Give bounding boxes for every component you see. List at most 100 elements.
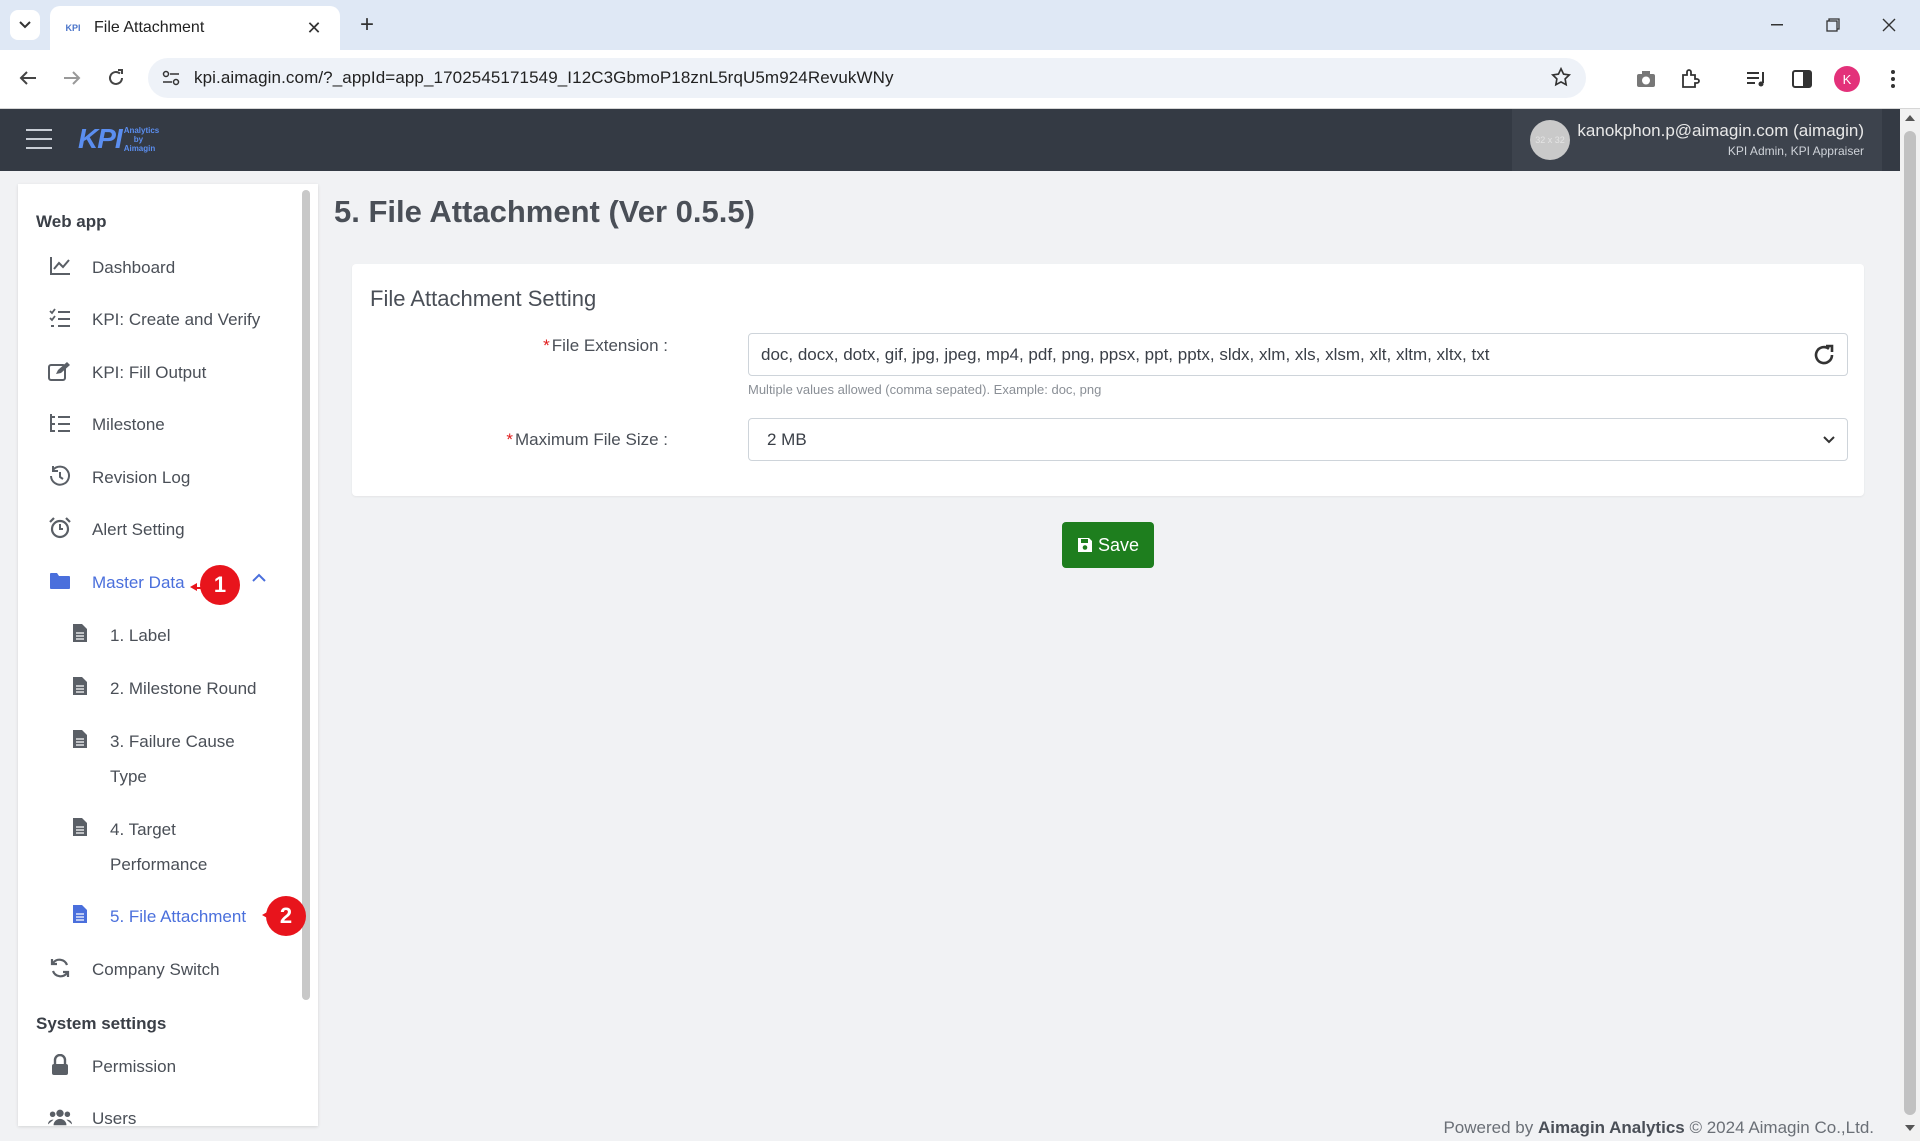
scrollbar-thumb[interactable]	[1904, 131, 1916, 1115]
sidebar-item-users[interactable]: Users	[18, 1101, 288, 1126]
sidebar-item-milestone[interactable]: Milestone	[18, 407, 288, 449]
label-text: File Extension :	[551, 336, 668, 355]
side-panel-icon[interactable]	[1787, 64, 1817, 94]
card-title: File Attachment Setting	[370, 286, 597, 311]
sidebar-item-permission[interactable]: Permission	[18, 1049, 288, 1091]
minimize-icon[interactable]	[1762, 10, 1792, 40]
user-menu[interactable]: 32 x 32 kanokphon.p@aimagin.com (aimagin…	[1512, 109, 1882, 171]
camera-icon[interactable]	[1631, 64, 1661, 94]
sidebar-item-kpi-fill[interactable]: KPI: Fill Output	[18, 355, 288, 397]
logo-text: KPI	[78, 123, 123, 154]
more-menu-icon[interactable]	[1878, 64, 1908, 94]
file-extension-input[interactable]: doc, docx, dotx, gif, jpg, jpeg, mp4, pd…	[748, 333, 1848, 376]
scroll-down-icon[interactable]	[1905, 1125, 1915, 1131]
sidebar-subitem-failure-cause[interactable]: 3. Failure Cause Type	[18, 724, 288, 808]
logo-subtext: Analytics by Aimagin	[124, 126, 160, 153]
sidebar-item-alert-setting[interactable]: Alert Setting	[18, 512, 288, 554]
tab-title: File Attachment	[94, 19, 205, 36]
file-attachment-setting-card: File Attachment Setting * File Extension …	[352, 264, 1864, 496]
url-text: kpi.aimagin.com/?_appId=app_170254517154…	[194, 68, 894, 87]
footer-brand[interactable]: Aimagin Analytics	[1538, 1118, 1685, 1137]
sidebar-subitem-file-attachment[interactable]: 5. File Attachment	[18, 899, 288, 941]
sidebar-item-label: Dashboard	[92, 258, 176, 277]
sidebar-item-label: Revision Log	[92, 468, 191, 487]
sidebar-subitem-milestone-round[interactable]: 2. Milestone Round	[18, 671, 288, 713]
annotation-marker-2: 2	[266, 896, 306, 936]
file-extension-label: * File Extension :	[543, 336, 668, 356]
address-bar[interactable]: kpi.aimagin.com/?_appId=app_170254517154…	[148, 58, 1586, 98]
browser-tabstrip: KPI File Attachment ✕ +	[0, 0, 1920, 50]
user-role: KPI Admin, KPI Appraiser	[1727, 144, 1864, 158]
save-button[interactable]: Save	[1062, 522, 1154, 568]
bookmark-star-icon[interactable]	[1550, 66, 1572, 88]
site-settings-icon[interactable]	[162, 70, 180, 86]
sidebar-item-company-switch[interactable]: Company Switch	[18, 952, 288, 994]
sidebar-item-revision-log[interactable]: Revision Log	[18, 460, 288, 502]
section-web-app: Web app	[36, 212, 107, 231]
profile-avatar[interactable]: K	[1834, 66, 1860, 92]
users-icon	[48, 1105, 72, 1126]
file-extension-value: doc, docx, dotx, gif, jpg, jpeg, mp4, pd…	[761, 344, 1490, 364]
user-name: kanokphon.p@aimagin.com (aimagin)	[1577, 121, 1864, 140]
sidebar-item-label: Users	[92, 1109, 137, 1126]
logo-sub-line: Analytics	[123, 125, 160, 135]
reset-icon[interactable]	[1813, 344, 1835, 366]
save-floppy-icon	[1077, 538, 1092, 552]
logo-sub-line: Aimagin	[123, 143, 156, 153]
close-window-icon[interactable]	[1874, 10, 1904, 40]
kpi-logo[interactable]: KPI Analytics by Aimagin	[78, 123, 159, 155]
sidebar-subitem-text: 1. Label	[110, 626, 171, 645]
new-tab-icon[interactable]: +	[352, 10, 382, 40]
scroll-up-icon[interactable]	[1905, 115, 1915, 121]
kpi-favicon-icon: KPI	[65, 23, 81, 33]
sidebar-item-label: Alert Setting	[92, 520, 185, 539]
menu-toggle-icon[interactable]	[26, 129, 52, 151]
sidebar-item-label: Company Switch	[92, 960, 220, 979]
sidebar-item-dashboard[interactable]: Dashboard	[18, 250, 288, 292]
sidebar-subitem-label[interactable]: 1. Label	[18, 618, 288, 660]
required-mark: *	[506, 430, 513, 449]
edit-icon	[48, 359, 72, 383]
sidebar-subitem-target-performance[interactable]: 4. Target Performance	[18, 812, 288, 896]
extensions-icon[interactable]	[1676, 64, 1706, 94]
reload-icon[interactable]	[100, 62, 132, 94]
browser-toolbar: kpi.aimagin.com/?_appId=app_170254517154…	[0, 50, 1920, 109]
folder-icon	[48, 569, 72, 593]
sidebar-item-label: Permission	[92, 1057, 177, 1076]
logo-sub-line: by	[133, 134, 144, 144]
sidebar-item-master-data[interactable]: Master Data	[18, 565, 288, 607]
back-icon[interactable]	[12, 62, 44, 94]
media-control-icon[interactable]	[1742, 64, 1772, 94]
sidebar-item-label: Master Data	[92, 573, 185, 592]
sidebar-subitem-text: 4. Target Performance	[110, 820, 208, 874]
sidebar-item-label: KPI: Create and Verify	[92, 310, 261, 329]
sidebar: Web app Dashboard KPI: Create and Verify…	[18, 184, 318, 1126]
page-scrollbar[interactable]	[1900, 109, 1920, 1141]
marker-pointer-tip	[190, 583, 197, 591]
footer-copyright: © 2024 Aimagin Co.,Ltd.	[1689, 1118, 1874, 1137]
tab-search-icon[interactable]	[10, 10, 40, 40]
sidebar-item-kpi-create[interactable]: KPI: Create and Verify	[18, 302, 288, 344]
history-icon	[48, 464, 72, 488]
footer-prefix: Powered by	[1443, 1118, 1534, 1137]
file-icon	[70, 816, 90, 838]
sidebar-item-label: Milestone	[92, 415, 165, 434]
browser-tab[interactable]: KPI File Attachment ✕	[50, 6, 340, 50]
alarm-clock-icon	[48, 516, 72, 540]
max-file-size-select[interactable]: 2 MB	[748, 418, 1848, 461]
restore-icon[interactable]	[1818, 10, 1848, 40]
file-extension-help: Multiple values allowed (comma sepated).…	[748, 382, 1102, 397]
save-label: Save	[1097, 534, 1140, 555]
user-avatar: 32 x 32	[1530, 120, 1570, 160]
lock-icon	[48, 1053, 72, 1077]
forward-icon[interactable]	[56, 62, 88, 94]
annotation-marker-1: 1	[200, 565, 240, 605]
sidebar-subitem-text: 3. Failure Cause Type	[110, 732, 235, 786]
chart-line-icon	[48, 254, 72, 278]
task-list-icon	[48, 411, 72, 435]
chevron-up-icon[interactable]	[252, 573, 266, 582]
footer: Powered by Aimagin Analytics © 2024 Aima…	[1443, 1118, 1874, 1138]
page-title: 5. File Attachment (Ver 0.5.5)	[334, 194, 755, 229]
sidebar-scrollbar[interactable]	[302, 190, 310, 1000]
tab-close-icon[interactable]: ✕	[302, 18, 326, 39]
